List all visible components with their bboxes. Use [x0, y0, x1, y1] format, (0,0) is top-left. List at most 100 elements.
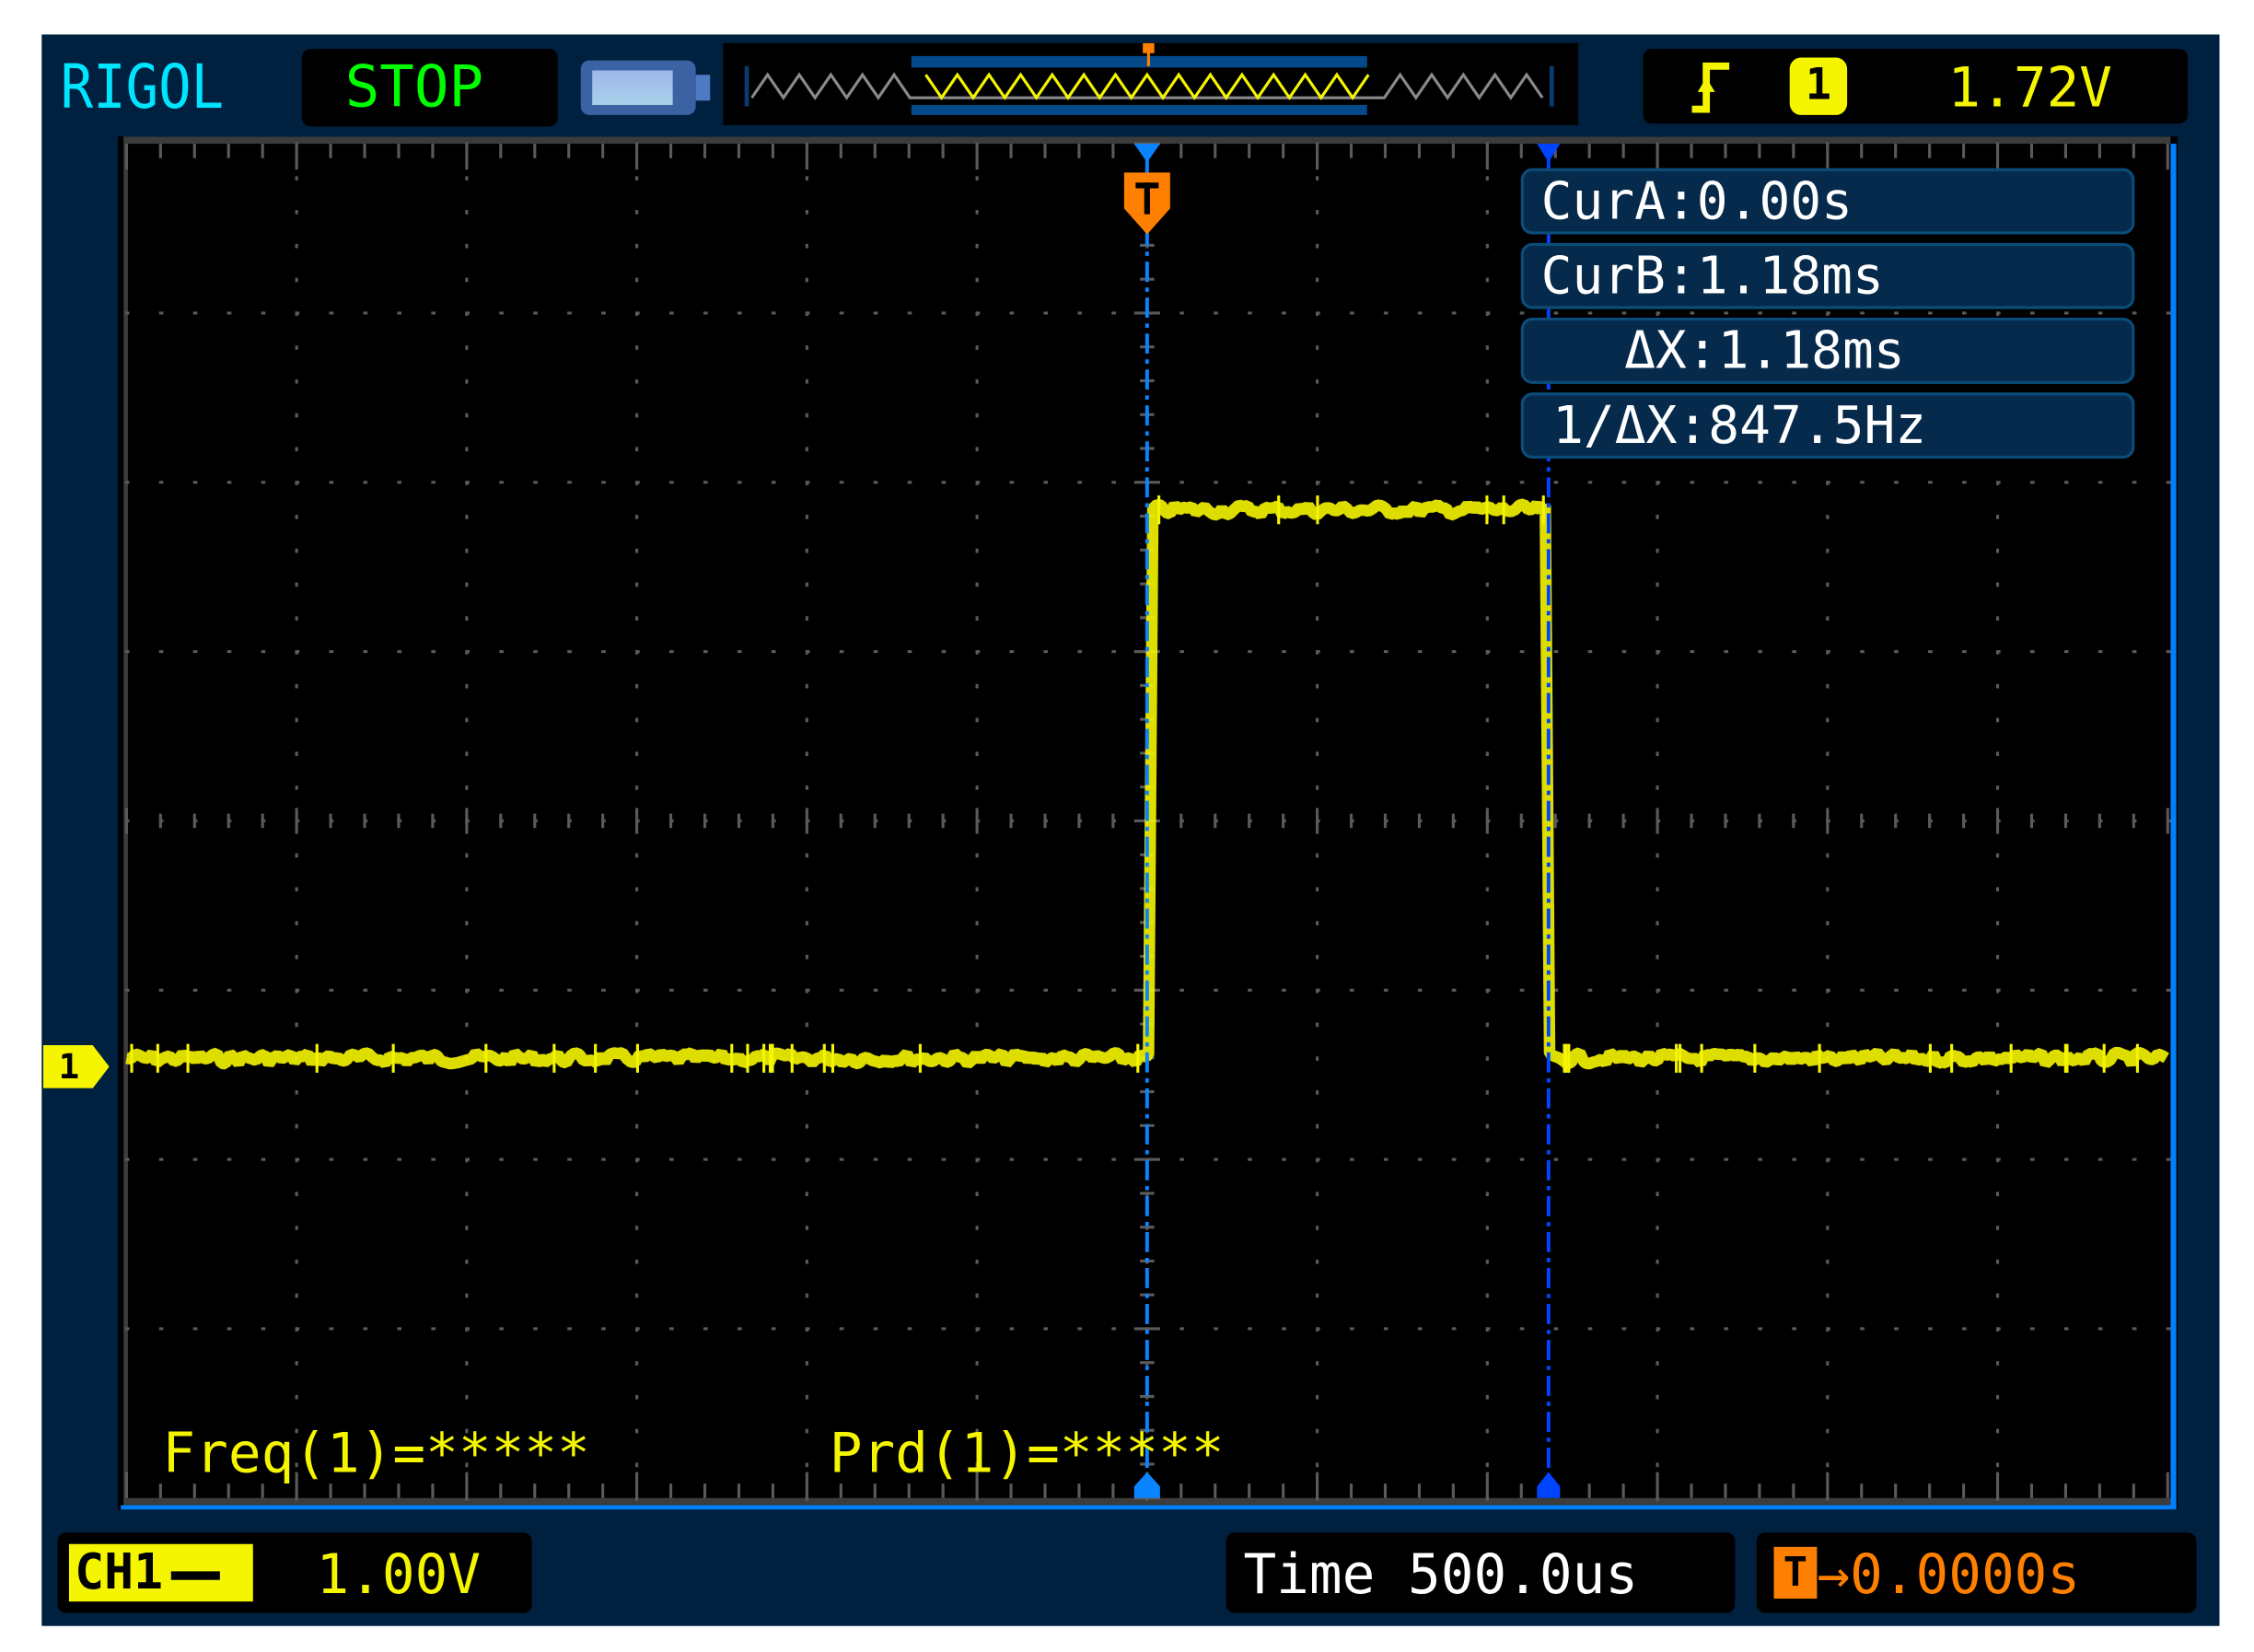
grid-dot: [1826, 1294, 1829, 1298]
grid-dot: [397, 311, 401, 314]
grid-dot: [533, 989, 538, 992]
grid-dot: [806, 583, 808, 588]
grid-dot: [635, 1158, 640, 1161]
grid-dot: [1214, 1158, 1218, 1161]
grid-dot: [976, 785, 979, 790]
grid-dot: [908, 1158, 912, 1161]
grid-dot: [976, 244, 979, 249]
grid-dot: [1486, 1294, 1489, 1298]
channel-scale-box[interactable]: CH1 1.00V: [57, 1532, 531, 1612]
trace-noise: [1542, 495, 1545, 524]
grid-dot: [1656, 1361, 1659, 1366]
grid-dot: [601, 481, 606, 483]
trace-noise: [1701, 1044, 1703, 1073]
grid-dot: [806, 379, 808, 384]
grid-dot: [533, 481, 538, 483]
grid-dot: [465, 1361, 468, 1366]
grid-dot: [1077, 1327, 1082, 1330]
trace-noise: [187, 1044, 190, 1073]
grid-dot: [2030, 1158, 2035, 1161]
grid-dot: [1996, 1294, 1999, 1298]
tick: [1792, 144, 1795, 158]
grid-dot: [635, 1429, 638, 1434]
waveform-overview[interactable]: [723, 43, 1578, 125]
grid-dot: [1962, 989, 1967, 992]
grid-dot: [465, 650, 470, 653]
tick: [1894, 814, 1897, 829]
grid-dot: [1826, 1462, 1829, 1467]
tick: [1214, 1483, 1216, 1498]
grid-dot: [1214, 650, 1218, 653]
cursor-a-readout: CurA:0.00s: [1521, 169, 2135, 235]
tick: [567, 144, 570, 158]
grid-dot: [193, 311, 198, 314]
grid-dot: [1077, 650, 1082, 653]
grid-dot: [806, 887, 808, 891]
trace-noise: [1503, 495, 1505, 524]
grid-dot: [1826, 684, 1829, 689]
grid-dot: [840, 1327, 844, 1330]
grid-dot: [1996, 1462, 1999, 1467]
tick: [2064, 814, 2067, 829]
grid-dot: [499, 1158, 504, 1161]
grid-dot: [1588, 650, 1593, 653]
trigger-info-box[interactable]: 1 1.72V: [1643, 49, 2188, 123]
timebase-box[interactable]: Time 500.0us: [1226, 1532, 1736, 1612]
grid-dot: [2098, 311, 2103, 314]
grid-dot: [296, 1192, 298, 1196]
tick: [567, 1483, 570, 1498]
grid-dot: [874, 311, 878, 314]
grid-dot: [1316, 1462, 1319, 1467]
tick: [465, 808, 468, 833]
grid-dot: [806, 413, 808, 418]
grid-dot: [874, 481, 878, 483]
grid-dot: [1350, 481, 1354, 483]
grid-dot: [601, 1158, 606, 1161]
tick: [1009, 144, 1012, 158]
tick: [840, 814, 842, 829]
grid-dot: [942, 311, 947, 314]
trace-noise: [316, 1044, 319, 1073]
grid-dot: [1996, 1327, 2001, 1330]
grid-dot: [806, 1327, 810, 1330]
tick: [1928, 1483, 1931, 1498]
grid-dot: [2030, 311, 2035, 314]
grid-dot: [465, 1395, 468, 1400]
trace-noise: [2010, 1044, 2013, 1073]
cursor-a-top-marker-icon: [1134, 144, 1160, 162]
grid-dot: [1111, 989, 1116, 992]
trigger-level: 1.72V: [1947, 61, 2112, 115]
grid-dot: [1894, 989, 1899, 992]
tick: [1384, 814, 1387, 829]
trigger-offset-box[interactable]: T →0.0000s: [1757, 1532, 2197, 1612]
cursor-b-bottom-marker-icon: [1537, 1472, 1560, 1498]
rising-edge-icon: [1686, 61, 1737, 115]
grid-dot: [635, 1327, 640, 1330]
grid-dot: [1656, 989, 1661, 992]
grid-dot: [840, 1158, 844, 1161]
grid-dot: [601, 1327, 606, 1330]
grid-dot: [363, 1158, 367, 1161]
tick: [1554, 814, 1557, 829]
grid-dot: [1179, 650, 1184, 653]
grid-dot: [1928, 481, 1933, 483]
tick: [1248, 144, 1250, 158]
tick: [1043, 144, 1046, 158]
grid-dot: [806, 1462, 808, 1467]
tick: [806, 808, 808, 833]
grid-dot: [465, 244, 468, 249]
grid-dot: [1996, 549, 1999, 553]
grid-dot: [431, 989, 436, 992]
grid-dot: [1316, 244, 1319, 249]
tick: [2030, 1483, 2033, 1498]
grid-dot: [1826, 583, 1829, 588]
grid-dot: [1826, 718, 1829, 723]
tick: [1043, 1483, 1046, 1498]
grid-dot: [976, 549, 979, 553]
trace-noise: [1277, 495, 1280, 524]
tick: [2030, 814, 2033, 829]
grid-dot: [635, 751, 638, 756]
run-state-box[interactable]: STOP: [302, 49, 558, 126]
grid-dot: [465, 583, 468, 588]
overview-wave: [723, 43, 1578, 125]
